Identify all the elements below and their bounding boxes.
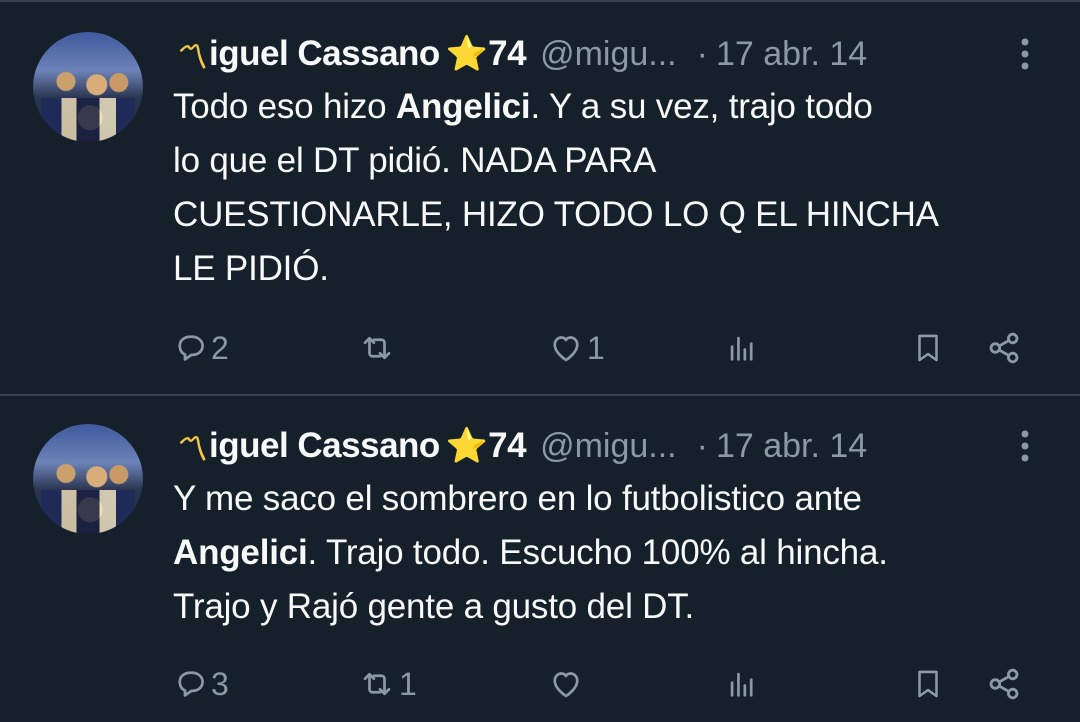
share-icon <box>989 332 1019 364</box>
heart-icon <box>553 336 579 362</box>
star-icon: ⭐ <box>445 35 489 73</box>
views-button[interactable] <box>725 662 761 706</box>
reply-count: 2 <box>211 329 229 366</box>
bookmark-button[interactable] <box>911 662 945 706</box>
separator-dot: · <box>696 34 708 73</box>
reply-count: 3 <box>211 665 229 702</box>
tweet[interactable]: 〽 iguel Cassano ⭐ 74 @migu... · 17 abr. … <box>0 0 1080 394</box>
tweet-header: 〽 iguel Cassano ⭐ 74 @migu... · 17 abr. … <box>173 30 867 78</box>
bookmark-icon <box>918 670 938 698</box>
more-options-icon[interactable] <box>1010 30 1040 78</box>
like-button[interactable] <box>547 662 587 706</box>
tweet-date[interactable]: 17 abr. 14 <box>716 427 867 466</box>
like-count: 1 <box>587 329 605 366</box>
share-button[interactable] <box>985 662 1023 706</box>
share-icon <box>989 668 1019 700</box>
star-icon: ⭐ <box>445 427 489 465</box>
share-button[interactable] <box>985 326 1023 370</box>
separator-dot: · <box>696 426 708 465</box>
name-prefix-icon[interactable]: 〽 <box>173 30 207 79</box>
author-handle[interactable]: @migu... <box>540 427 677 466</box>
avatar[interactable] <box>33 32 143 142</box>
mention-bold: Angelici <box>173 533 308 572</box>
more-options-icon[interactable] <box>1010 422 1040 470</box>
retweet-icon <box>363 336 391 360</box>
like-button[interactable]: 1 <box>547 326 605 370</box>
bookmark-icon <box>918 334 938 362</box>
author-name[interactable]: iguel Cassano <box>209 34 440 74</box>
tweet-header: 〽 iguel Cassano ⭐ 74 @migu... · 17 abr. … <box>173 422 867 470</box>
author-name-suffix[interactable]: 74 <box>488 426 526 466</box>
tweet-actions: 3 1 <box>173 662 1053 706</box>
reply-button[interactable]: 3 <box>173 662 229 706</box>
views-icon <box>730 336 753 361</box>
author-name[interactable]: iguel Cassano <box>209 426 440 466</box>
author-handle[interactable]: @migu... <box>540 35 677 74</box>
retweet-icon <box>363 672 391 696</box>
tweet-text-part: Y me saco el sombrero en lo futbolistico… <box>173 479 862 518</box>
tweet-actions: 2 1 <box>173 326 1053 370</box>
tweet-text: Y me saco el sombrero en lo futbolistico… <box>173 472 1063 634</box>
heart-icon <box>553 672 579 698</box>
retweet-count: 1 <box>399 665 417 702</box>
bookmark-button[interactable] <box>911 326 945 370</box>
mention-bold: Angelici <box>395 87 531 126</box>
author-name-suffix[interactable]: 74 <box>488 34 526 74</box>
avatar[interactable] <box>33 424 143 534</box>
views-icon <box>730 672 753 697</box>
reply-button[interactable]: 2 <box>173 326 229 370</box>
views-button[interactable] <box>725 326 761 370</box>
reply-icon <box>178 671 204 697</box>
tweet-text: Todo eso hizo Angelici. Y a su vez, traj… <box>173 80 1063 296</box>
retweet-button[interactable]: 1 <box>357 662 417 706</box>
tweet-text-part: Todo eso hizo <box>173 87 396 126</box>
retweet-button[interactable] <box>357 326 399 370</box>
tweet[interactable]: 〽 iguel Cassano ⭐ 74 @migu... · 17 abr. … <box>0 396 1080 722</box>
reply-icon <box>178 335 204 361</box>
name-prefix-icon[interactable]: 〽 <box>173 422 207 471</box>
tweet-date[interactable]: 17 abr. 14 <box>716 35 867 74</box>
